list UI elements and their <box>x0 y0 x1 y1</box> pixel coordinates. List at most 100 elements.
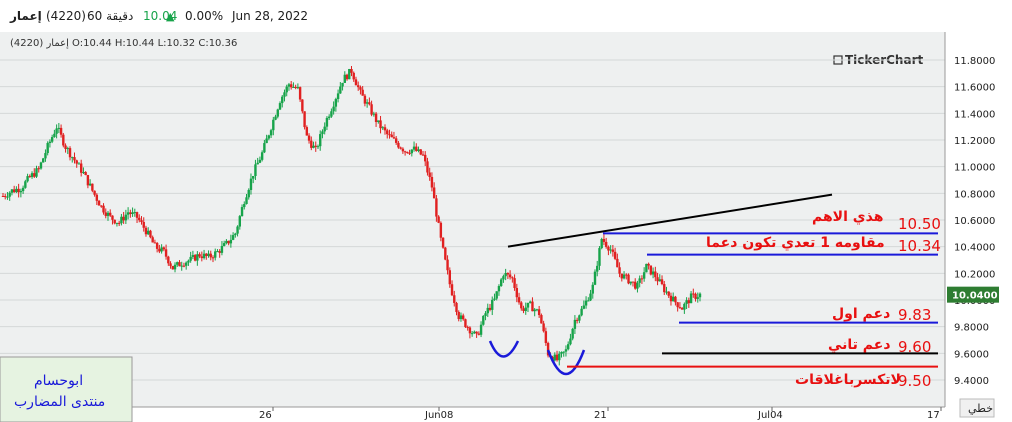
candle-body <box>236 226 239 234</box>
candle-body <box>323 126 326 132</box>
y-tick-label: 11.6000 <box>954 83 995 94</box>
x-tick-label: 26 <box>259 410 272 421</box>
candle-body <box>305 127 309 136</box>
candle-body <box>357 85 360 88</box>
candle-body <box>665 291 668 293</box>
candle-body <box>374 113 378 123</box>
candle-body <box>531 301 534 312</box>
candle-body <box>68 148 72 158</box>
candle-body <box>247 189 250 198</box>
candle-body <box>580 308 583 316</box>
change-percent: 0.00% <box>185 9 224 23</box>
candle-body <box>455 302 458 312</box>
candle-body <box>555 354 559 361</box>
candle-body <box>587 300 590 302</box>
candle-body <box>537 309 541 316</box>
y-tick-label: 10.4000 <box>954 243 995 254</box>
price-chart[interactable]: إعمار (4220) O:10.44 H:10.44 L:10.32 C:1… <box>0 32 1012 422</box>
candle-body <box>504 272 507 277</box>
candle-body <box>82 172 85 174</box>
candle-body <box>15 188 18 193</box>
candle-body <box>258 159 262 163</box>
x-tick-label: Jul04 <box>757 410 783 421</box>
candle-body <box>515 287 519 298</box>
level-label: دعم اول <box>832 306 890 322</box>
candle-body <box>600 238 603 249</box>
level-value: 9.50 <box>898 372 931 390</box>
y-tick-label: 10.2000 <box>954 269 995 280</box>
candle-body <box>386 130 389 135</box>
candle-body <box>66 148 69 150</box>
candle-body <box>520 302 523 309</box>
candle-body <box>48 141 52 144</box>
candle-body <box>102 205 105 213</box>
candle-body <box>113 219 116 224</box>
ohlc-label: إعمار (4220) O:10.44 H:10.44 L:10.32 C:1… <box>10 38 237 49</box>
y-tick-label: 10.6000 <box>954 216 995 227</box>
candle-body <box>218 251 221 253</box>
candle-body <box>544 331 548 343</box>
candle-body <box>457 311 460 320</box>
candle-body <box>625 274 628 276</box>
candle-body <box>278 103 282 110</box>
candle-body <box>542 323 545 332</box>
interval-label[interactable]: 60 دقيقة <box>87 9 133 23</box>
candle-body <box>667 291 670 296</box>
candle-body <box>689 293 693 304</box>
candle-body <box>336 93 340 100</box>
candle-body <box>533 309 536 312</box>
candle-body <box>370 104 373 115</box>
candle-body <box>497 286 501 292</box>
candle-body <box>198 254 201 257</box>
candle-body <box>30 173 34 177</box>
candle-body <box>64 145 67 149</box>
candle-body <box>638 278 641 283</box>
candle-body <box>220 245 224 253</box>
candle-body <box>46 143 49 154</box>
candle-body <box>428 172 431 177</box>
candle-body <box>415 146 418 151</box>
candle-body <box>450 284 454 296</box>
candle-body <box>575 319 579 321</box>
candle-body <box>178 262 181 267</box>
candle-body <box>106 212 110 216</box>
candle-body <box>205 253 208 256</box>
candle-body <box>475 331 478 334</box>
candle-body <box>281 96 284 104</box>
candle-body <box>616 258 619 268</box>
level-value: 10.50 <box>898 215 941 233</box>
candle-body <box>397 142 400 148</box>
candle-body <box>129 212 132 215</box>
candle-body <box>256 162 259 165</box>
candle-body <box>343 74 346 83</box>
candle-body <box>448 270 451 285</box>
scale-button[interactable]: خطي <box>959 398 995 418</box>
candle-body <box>513 278 516 288</box>
candle-body <box>8 192 11 197</box>
scale-button-label[interactable]: خطي <box>968 402 993 415</box>
candle-body <box>341 82 344 87</box>
candle-body <box>660 279 664 285</box>
candle-body <box>243 203 246 208</box>
candle-body <box>352 72 355 80</box>
symbol-name[interactable]: إعمار <box>10 9 42 23</box>
author-box-bg <box>0 356 133 422</box>
candle-body <box>100 205 103 207</box>
candle-body <box>276 109 279 117</box>
candle-body <box>283 92 286 97</box>
candle-body <box>28 176 32 178</box>
candle-body <box>191 255 195 257</box>
candle-body <box>289 84 293 88</box>
candle-body <box>298 87 302 100</box>
candle-body <box>160 247 163 252</box>
candle-body <box>591 284 594 294</box>
candle-body <box>312 145 315 148</box>
candle-body <box>115 222 119 224</box>
candle-body <box>19 191 23 193</box>
candle-body <box>399 147 402 149</box>
candle-body <box>245 197 248 204</box>
candle-body <box>466 327 469 329</box>
candle-body <box>285 86 288 93</box>
y-tick-label: 9.4000 <box>954 376 989 387</box>
candle-body <box>140 220 143 222</box>
